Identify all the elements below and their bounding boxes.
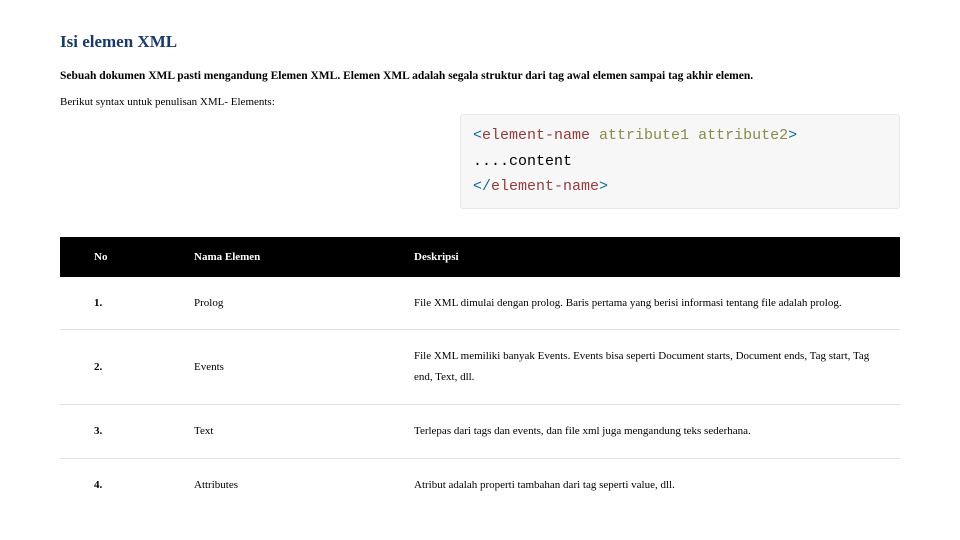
table-row: 4. Attributes Atribut adalah properti ta… xyxy=(60,459,900,512)
code-attr2: attribute2 xyxy=(689,127,788,144)
cell-name: Events xyxy=(160,330,380,405)
cell-no: 4. xyxy=(60,459,160,512)
cell-name: Prolog xyxy=(160,277,380,330)
table-row: 1. Prolog File XML dimulai dengan prolog… xyxy=(60,277,900,330)
table-row: 3. Text Terlepas dari tags dan events, d… xyxy=(60,405,900,459)
cell-desc: File XML dimulai dengan prolog. Baris pe… xyxy=(380,277,900,330)
cell-name: Attributes xyxy=(160,459,380,512)
code-angle-close: > xyxy=(788,127,797,144)
table-row: 2. Events File XML memiliki banyak Event… xyxy=(60,330,900,405)
page-title: Isi elemen XML xyxy=(60,32,900,52)
cell-desc: File XML memiliki banyak Events. Events … xyxy=(380,330,900,405)
syntax-note: Berikut syntax untuk penulisan XML- Elem… xyxy=(60,96,900,108)
code-element-name-open: element-name xyxy=(482,127,590,144)
table-header-row: No Nama Elemen Deskripsi xyxy=(60,237,900,277)
header-desc: Deskripsi xyxy=(380,237,900,277)
code-close-open: </ xyxy=(473,178,491,195)
intro-text: Sebuah dokumen XML pasti mengandung Elem… xyxy=(60,70,900,82)
code-element-name-close: element-name xyxy=(491,178,599,195)
elements-table: No Nama Elemen Deskripsi 1. Prolog File … xyxy=(60,237,900,512)
code-line-3: </element-name> xyxy=(473,174,887,200)
code-angle-open: < xyxy=(473,127,482,144)
header-name: Nama Elemen xyxy=(160,237,380,277)
code-attr1: attribute1 xyxy=(590,127,689,144)
code-line-1: <element-name attribute1 attribute2> xyxy=(473,123,887,149)
cell-desc: Terlepas dari tags dan events, dan file … xyxy=(380,405,900,459)
cell-no: 3. xyxy=(60,405,160,459)
code-line-2: ....content xyxy=(473,149,887,175)
code-block: <element-name attribute1 attribute2> ...… xyxy=(460,114,900,209)
cell-no: 2. xyxy=(60,330,160,405)
cell-desc: Atribut adalah properti tambahan dari ta… xyxy=(380,459,900,512)
header-no: No xyxy=(60,237,160,277)
cell-no: 1. xyxy=(60,277,160,330)
cell-name: Text xyxy=(160,405,380,459)
code-close-close: > xyxy=(599,178,608,195)
